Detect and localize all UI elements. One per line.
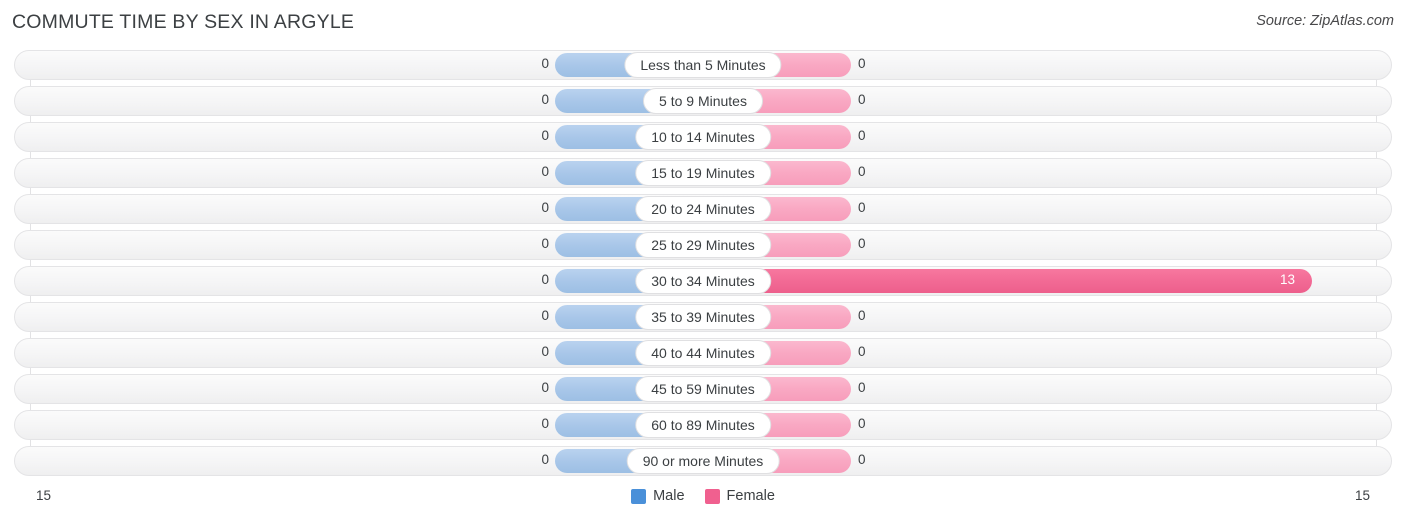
- legend-swatch-female-icon: [704, 488, 720, 504]
- category-label: 30 to 34 Minutes: [635, 268, 771, 294]
- table-row[interactable]: 0 0 Less than 5 Minutes: [0, 50, 1406, 80]
- category-label: 45 to 59 Minutes: [635, 376, 771, 402]
- value-female: 0: [858, 56, 866, 71]
- table-row[interactable]: 0 13 30 to 34 Minutes: [0, 266, 1406, 296]
- value-male: 0: [541, 92, 549, 107]
- value-female: 0: [858, 380, 866, 395]
- value-female: 0: [858, 128, 866, 143]
- legend-item-male[interactable]: Male: [631, 488, 685, 504]
- value-male: 0: [541, 128, 549, 143]
- category-label: 60 to 89 Minutes: [635, 412, 771, 438]
- value-male: 0: [541, 164, 549, 179]
- category-label: 20 to 24 Minutes: [635, 196, 771, 222]
- table-row[interactable]: 0 0 90 or more Minutes: [0, 446, 1406, 476]
- plot-area: 0 0 Less than 5 Minutes 0 0 5 to 9 Minutes 0 0 1…: [0, 50, 1406, 484]
- category-label: 25 to 29 Minutes: [635, 232, 771, 258]
- legend-item-female[interactable]: Female: [704, 488, 775, 504]
- chart-footer: 15 15 Male Female: [0, 484, 1406, 523]
- category-label: 15 to 19 Minutes: [635, 160, 771, 186]
- value-male: 0: [541, 344, 549, 359]
- value-female: 0: [858, 416, 866, 431]
- value-female: 0: [858, 200, 866, 215]
- category-label: 5 to 9 Minutes: [643, 88, 763, 114]
- source-attribution: Source: ZipAtlas.com: [1256, 13, 1394, 29]
- value-female: 0: [858, 452, 866, 467]
- table-row[interactable]: 0 0 15 to 19 Minutes: [0, 158, 1406, 188]
- value-male: 0: [541, 200, 549, 215]
- table-row[interactable]: 0 0 60 to 89 Minutes: [0, 410, 1406, 440]
- table-row[interactable]: 0 0 5 to 9 Minutes: [0, 86, 1406, 116]
- chart-container: COMMUTE TIME BY SEX IN ARGYLE Source: Zi…: [0, 0, 1406, 523]
- category-label: Less than 5 Minutes: [624, 52, 782, 78]
- value-female: 0: [858, 344, 866, 359]
- value-female: 0: [858, 308, 866, 323]
- table-row[interactable]: 0 0 45 to 59 Minutes: [0, 374, 1406, 404]
- category-label: 35 to 39 Minutes: [635, 304, 771, 330]
- legend-label-male: Male: [653, 488, 685, 504]
- category-label: 90 or more Minutes: [626, 448, 780, 474]
- value-female: 13: [1280, 272, 1296, 287]
- table-row[interactable]: 0 0 35 to 39 Minutes: [0, 302, 1406, 332]
- category-label: 10 to 14 Minutes: [635, 124, 771, 150]
- legend-label-female: Female: [726, 488, 775, 504]
- value-female: 0: [858, 92, 866, 107]
- chart-header: COMMUTE TIME BY SEX IN ARGYLE Source: Zi…: [0, 0, 1406, 46]
- chart-legend: Male Female: [0, 488, 1406, 504]
- value-female: 0: [858, 164, 866, 179]
- value-male: 0: [541, 308, 549, 323]
- category-label: 40 to 44 Minutes: [635, 340, 771, 366]
- value-male: 0: [541, 416, 549, 431]
- value-male: 0: [541, 272, 549, 287]
- legend-swatch-male-icon: [631, 488, 647, 504]
- value-female: 0: [858, 236, 866, 251]
- table-row[interactable]: 0 0 20 to 24 Minutes: [0, 194, 1406, 224]
- table-row[interactable]: 0 0 25 to 29 Minutes: [0, 230, 1406, 260]
- value-male: 0: [541, 452, 549, 467]
- value-male: 0: [541, 56, 549, 71]
- bar-female[interactable]: [703, 269, 1312, 293]
- value-male: 0: [541, 380, 549, 395]
- page-title: COMMUTE TIME BY SEX IN ARGYLE: [12, 11, 355, 33]
- table-row[interactable]: 0 0 40 to 44 Minutes: [0, 338, 1406, 368]
- value-male: 0: [541, 236, 549, 251]
- table-row[interactable]: 0 0 10 to 14 Minutes: [0, 122, 1406, 152]
